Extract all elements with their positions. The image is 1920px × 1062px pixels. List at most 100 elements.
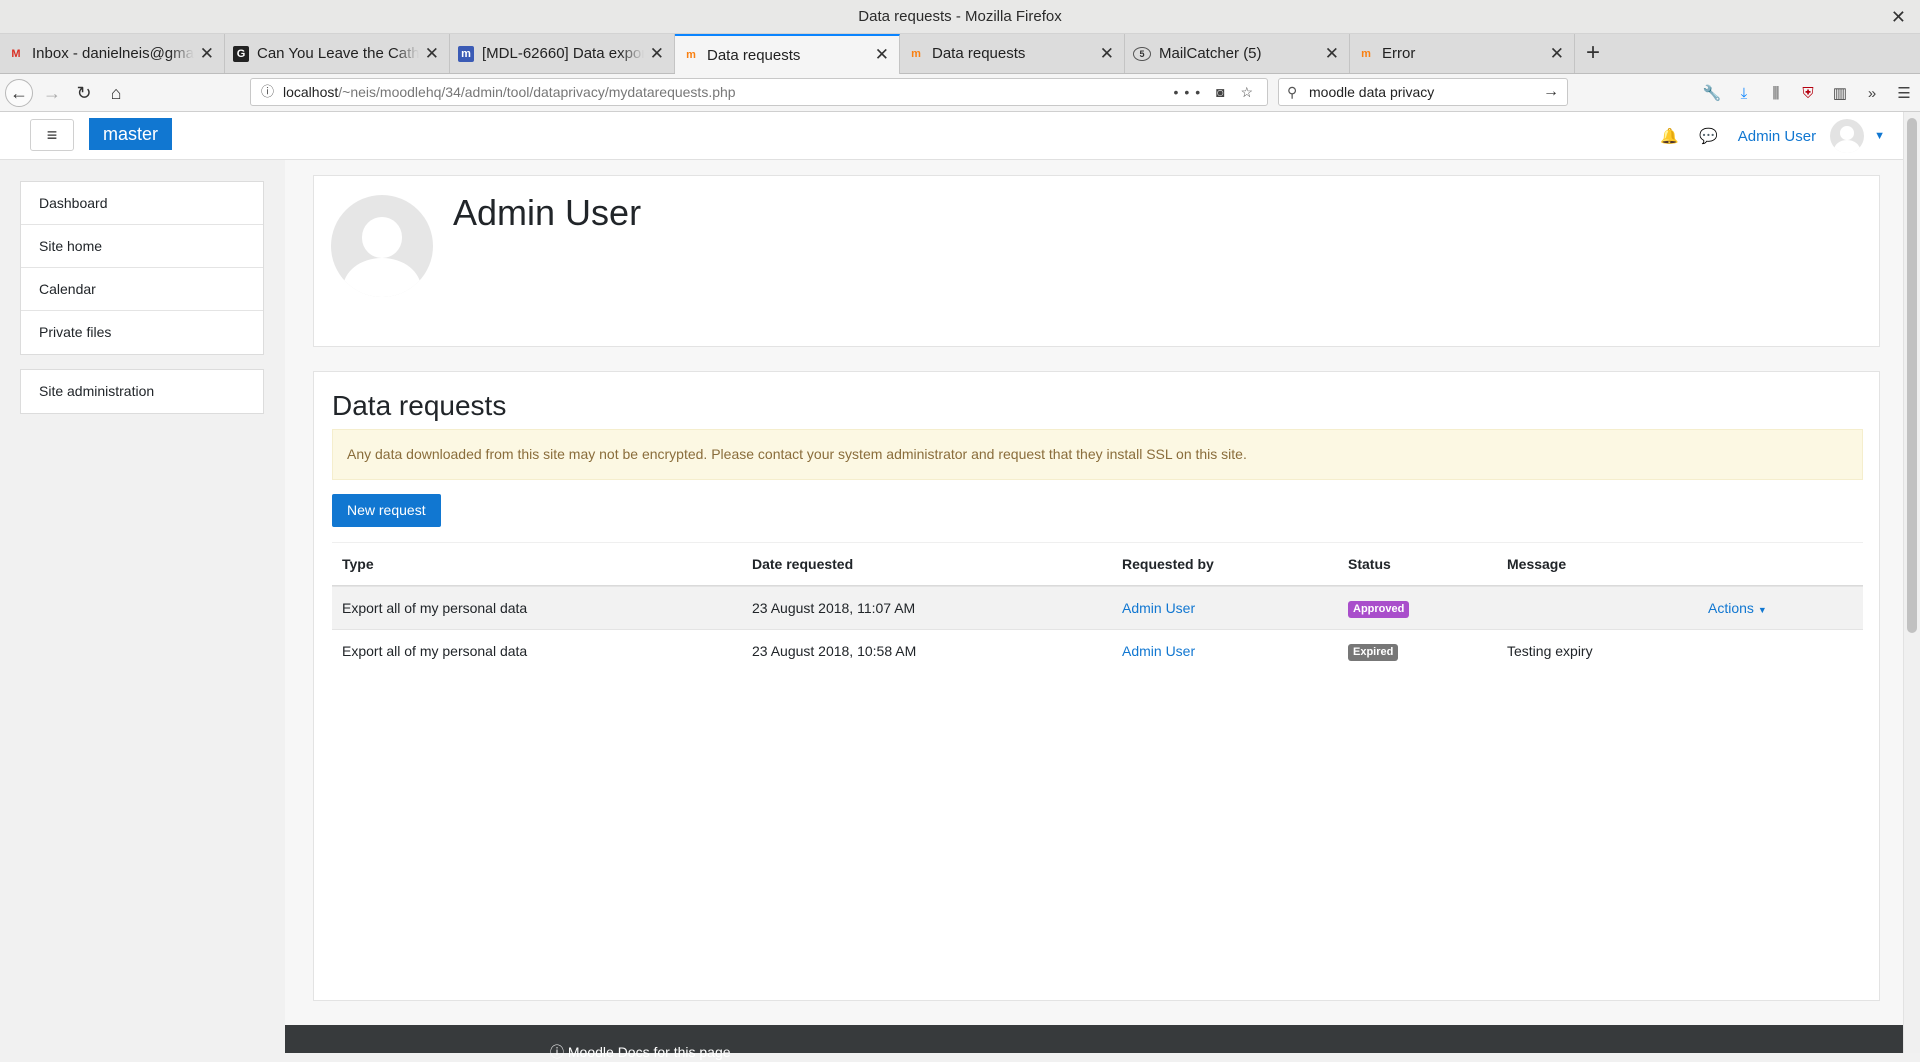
overflow-chevron-icon[interactable]: » [1856,85,1888,102]
page-actions-icon[interactable]: ••• ◙ ☆ [1174,79,1260,105]
window-title: Data requests - Mozilla Firefox [858,8,1062,25]
bell-icon[interactable]: 🔔 [1660,127,1679,145]
profile-header-card: Admin User [313,175,1880,347]
home-icon[interactable]: ⌂ [102,79,130,107]
nav-item-site-home[interactable]: Site home [21,225,263,268]
moodle-navbar: ≡ master 🔔 💬 Admin User ▼ [0,112,1903,160]
info-icon: ⓘ [550,1044,564,1060]
download-icon[interactable]: ⤓ [1728,85,1760,102]
moodle-docs-link[interactable]: ⓘ Moodle Docs for this page [550,1042,731,1062]
tab-close-icon[interactable]: ✕ [650,44,664,64]
site-brand[interactable]: master [89,118,173,150]
tab-strip: M Inbox - danielneis@gmail ✕ G Can You L… [0,34,1920,74]
actions-label[interactable]: Actions [1708,600,1754,616]
search-go-arrow-icon[interactable]: → [1543,79,1559,105]
sidebar-icon[interactable]: ▥ [1824,84,1856,102]
page-scrollbar-thumb[interactable] [1907,118,1917,633]
window-close-icon[interactable]: ✕ [1891,0,1906,34]
tab-label: Error [1382,45,1416,62]
avatar[interactable] [1830,119,1865,153]
requested-by-link[interactable]: Admin User [1122,587,1195,630]
gmail-icon: M [11,47,21,60]
forward-arrow-icon[interactable]: → [38,79,66,107]
tab-label: Data requests [932,45,1026,62]
tab-close-icon[interactable]: ✕ [1325,44,1339,64]
table-row: Export all of my personal data 23 August… [332,629,1863,672]
user-avatar [331,195,433,297]
page-title: Data requests [332,390,507,421]
browser-tab[interactable]: M Inbox - danielneis@gmail ✕ [0,34,225,73]
moodle-icon: m [911,47,921,60]
wrench-icon[interactable]: 🔧 [1696,84,1728,102]
nav-drawer-admin: Site administration [20,369,264,414]
tab-label: [MDL-62660] Data export [482,45,644,62]
table-header-row: Type Date requested Requested by Status … [332,542,1863,586]
actions-menu[interactable]: Actions ▼ [1708,587,1767,632]
column-header-status[interactable]: Status [1348,543,1391,586]
tab-close-icon[interactable]: ✕ [425,44,439,64]
moodle-docs-label[interactable]: Moodle Docs for this page [568,1044,731,1060]
moodle-icon: m [1361,47,1371,60]
search-bar[interactable]: ⚲ moodle data privacy → [1278,78,1568,106]
tab-close-icon[interactable]: ✕ [200,44,214,64]
column-header-date[interactable]: Date requested [752,543,853,586]
menu-icon[interactable]: ☰ [1888,84,1920,102]
g-icon: G [233,45,249,62]
browser-tab[interactable]: 5 MailCatcher (5) ✕ [1125,34,1350,73]
url-bar[interactable]: ⓘ localhost/~neis/moodlehq/34/admin/tool… [250,78,1268,106]
navbar-right: 🔔 💬 Admin User ▼ [1660,112,1903,160]
ublock-icon[interactable]: ⛨ [1792,85,1824,102]
nav-item-site-administration[interactable]: Site administration [21,370,263,413]
browser-tab[interactable]: m [MDL-62660] Data export ✕ [450,34,675,73]
message-icon[interactable]: 💬 [1699,127,1718,145]
browser-tab[interactable]: m Data requests ✕ [900,34,1125,73]
search-icon: ⚲ [1287,84,1298,100]
page-footer: ⓘ Moodle Docs for this page [285,1025,1903,1060]
new-tab-plus-icon[interactable]: + [1575,34,1611,73]
column-header-requested-by[interactable]: Requested by [1122,543,1214,586]
library-icon[interactable]: ⫼ [1760,85,1792,102]
request-date: 23 August 2018, 11:07 AM [752,600,916,616]
browser-tab-active[interactable]: m Data requests ✕ [675,34,900,74]
status-badge: Expired [1348,643,1399,661]
drawer-toggle-icon[interactable]: ≡ [30,119,74,151]
status-cell: Approved [1348,587,1410,630]
search-input[interactable]: moodle data privacy [1309,79,1434,105]
status-cell: Expired [1348,630,1399,673]
column-header-message[interactable]: Message [1507,543,1566,586]
url-text[interactable]: localhost/~neis/moodlehq/34/admin/tool/d… [283,79,736,105]
data-requests-table: Type Date requested Requested by Status … [332,542,1863,672]
browser-tab[interactable]: G Can You Leave the Catholic ✕ [225,34,450,73]
browser-toolbar: ← → ↻ ⌂ ⓘ localhost/~neis/moodlehq/34/ad… [0,74,1920,112]
moodle-icon: m [686,49,696,61]
browser-tab[interactable]: m Error ✕ [1350,34,1575,73]
tab-label: Data requests [707,46,801,64]
tab-close-icon[interactable]: ✕ [1550,44,1564,64]
chevron-down-icon[interactable]: ▼ [1758,605,1767,615]
reload-icon[interactable]: ↻ [70,79,98,107]
nav-drawer: Dashboard Site home Calendar Private fil… [20,181,264,355]
chevron-down-icon[interactable]: ▼ [1874,130,1885,142]
column-header-type[interactable]: Type [342,543,374,586]
tab-label: Can You Leave the Catholic [257,45,419,62]
nav-item-private-files[interactable]: Private files [21,311,263,354]
user-menu-name[interactable]: Admin User [1738,128,1816,145]
window-titlebar: Data requests - Mozilla Firefox ✕ [0,0,1920,34]
nav-item-calendar[interactable]: Calendar [21,268,263,311]
nav-item-dashboard[interactable]: Dashboard [21,182,263,225]
new-request-button[interactable]: New request [332,494,441,527]
profile-name: Admin User [453,192,642,233]
tab-close-icon[interactable]: ✕ [875,45,889,65]
request-date: 23 August 2018, 10:58 AM [752,643,917,659]
data-requests-card: Data requests Any data downloaded from t… [313,371,1880,1001]
requested-by-link[interactable]: Admin User [1122,630,1195,673]
table-row: Export all of my personal data 23 August… [332,586,1863,629]
request-type: Export all of my personal data [342,643,528,659]
toolbar-icons: 🔧 ⤓ ⫼ ⛨ ▥ » ☰ [1696,74,1920,112]
tab-close-icon[interactable]: ✕ [1100,44,1114,64]
back-arrow-icon[interactable]: ← [5,79,33,107]
site-info-icon[interactable]: ⓘ [261,79,274,105]
url-host: localhost [283,84,339,100]
tab-label: MailCatcher (5) [1159,45,1262,62]
ssl-warning-alert: Any data downloaded from this site may n… [332,429,1863,480]
